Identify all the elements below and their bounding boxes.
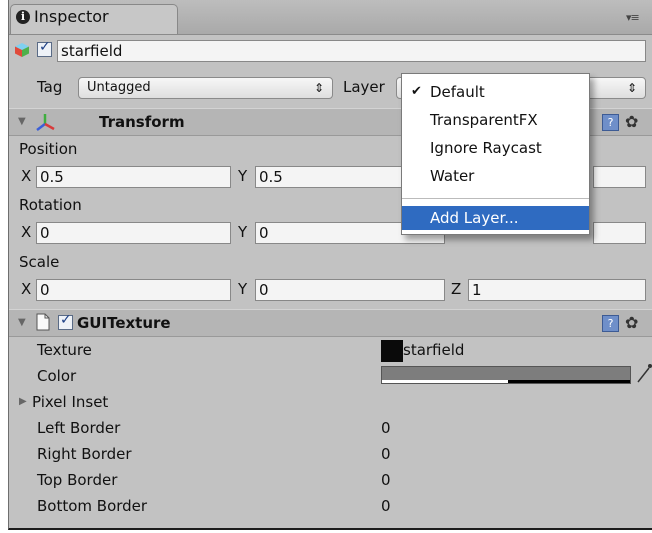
left-border-value[interactable]: 0 <box>381 419 391 437</box>
position-z-field[interactable] <box>593 166 646 188</box>
menu-separator <box>402 198 589 199</box>
scale-z-field[interactable]: 1 <box>468 279 646 301</box>
position-y-label: Y <box>238 167 248 185</box>
foldout-open-icon[interactable]: ▼ <box>18 116 26 127</box>
gear-icon[interactable]: ✿ <box>625 112 638 131</box>
transform-axis-icon <box>34 112 56 136</box>
rotation-z-field[interactable] <box>593 222 646 244</box>
layer-menu: ✔ Default TransparentFX Ignore Raycast W… <box>401 73 590 235</box>
layer-menu-item-label: Default <box>430 83 485 101</box>
right-border-label: Right Border <box>37 445 132 463</box>
layer-menu-item-transparentfx[interactable]: TransparentFX <box>402 108 589 132</box>
scale-z-label: Z <box>451 280 462 298</box>
alpha-bar-black <box>508 380 630 383</box>
rotation-x-field[interactable]: 0 <box>36 222 231 244</box>
texture-value[interactable]: starfield <box>403 341 464 359</box>
top-border-label: Top Border <box>37 471 118 489</box>
rotation-x-label: X <box>21 223 32 241</box>
color-label: Color <box>37 367 77 385</box>
object-name-text: starfield <box>61 42 123 60</box>
chevron-updown-icon: ⇕ <box>626 81 637 95</box>
foldout-open-icon[interactable]: ▼ <box>18 317 26 328</box>
layer-menu-item-label: TransparentFX <box>430 111 538 129</box>
bottom-border-value[interactable]: 0 <box>381 497 391 515</box>
layer-menu-item-water[interactable]: Water <box>402 164 589 188</box>
info-icon: i <box>16 10 30 24</box>
position-label: Position <box>19 140 78 158</box>
scale-y-value: 0 <box>259 281 269 299</box>
checkmark-icon: ✓ <box>60 312 72 328</box>
layer-label: Layer <box>343 78 385 96</box>
tag-dropdown[interactable]: Untagged ⇕ <box>78 77 333 99</box>
layer-menu-item-label: Water <box>430 167 475 185</box>
rotation-x-value: 0 <box>40 224 50 242</box>
add-layer-label: Add Layer... <box>430 209 519 227</box>
right-border-value[interactable]: 0 <box>381 445 391 463</box>
scale-label: Scale <box>19 253 60 271</box>
tag-label: Tag <box>37 78 63 96</box>
layer-menu-item-label: Ignore Raycast <box>430 139 542 157</box>
top-border-value[interactable]: 0 <box>381 471 391 489</box>
position-y-value: 0.5 <box>259 168 283 186</box>
foldout-closed-icon[interactable]: ▶ <box>19 396 27 407</box>
help-icon[interactable]: ? <box>602 114 619 131</box>
help-icon[interactable]: ? <box>602 315 619 332</box>
tag-dropdown-value: Untagged <box>87 80 151 95</box>
scale-z-value: 1 <box>472 281 482 299</box>
layer-menu-item-ignore-raycast[interactable]: Ignore Raycast <box>402 136 589 160</box>
position-x-field[interactable]: 0.5 <box>36 166 231 188</box>
checkmark-icon: ✓ <box>39 39 51 55</box>
bottom-border-label: Bottom Border <box>37 497 148 515</box>
object-name-field[interactable]: starfield <box>57 40 646 62</box>
active-checkbox[interactable]: ✓ <box>37 39 52 57</box>
check-icon: ✔ <box>411 84 422 99</box>
gameobject-cube-icon <box>14 42 30 58</box>
position-x-value: 0.5 <box>40 168 64 186</box>
tab-menu-icon[interactable]: ▾≡ <box>626 11 640 24</box>
rotation-label: Rotation <box>19 196 82 214</box>
scale-x-value: 0 <box>40 281 50 299</box>
transform-title: Transform <box>99 113 185 131</box>
rotation-y-value: 0 <box>259 224 269 242</box>
layer-menu-item-default[interactable]: ✔ Default <box>402 80 589 104</box>
left-border-label: Left Border <box>37 419 121 437</box>
pixel-inset-label[interactable]: Pixel Inset <box>32 393 108 411</box>
gear-icon[interactable]: ✿ <box>625 313 638 332</box>
texture-label: Texture <box>37 341 92 359</box>
chevron-updown-icon: ⇕ <box>313 81 324 95</box>
scale-x-label: X <box>21 280 32 298</box>
guitexture-enabled-checkbox[interactable]: ✓ <box>58 312 73 330</box>
scale-x-field[interactable]: 0 <box>36 279 231 301</box>
eyedropper-icon[interactable] <box>636 362 652 388</box>
position-x-label: X <box>21 167 32 185</box>
alpha-bar-white <box>382 380 508 383</box>
add-layer-menu-item[interactable]: Add Layer... <box>402 206 589 230</box>
tab-inspector-label: Inspector <box>34 7 109 26</box>
guitexture-title: GUITexture <box>77 314 171 332</box>
scale-y-field[interactable]: 0 <box>255 279 445 301</box>
color-swatch[interactable] <box>381 366 631 384</box>
scale-y-label: Y <box>238 280 248 298</box>
texture-thumbnail[interactable] <box>381 340 403 362</box>
rotation-y-label: Y <box>238 223 248 241</box>
document-icon <box>36 313 50 335</box>
